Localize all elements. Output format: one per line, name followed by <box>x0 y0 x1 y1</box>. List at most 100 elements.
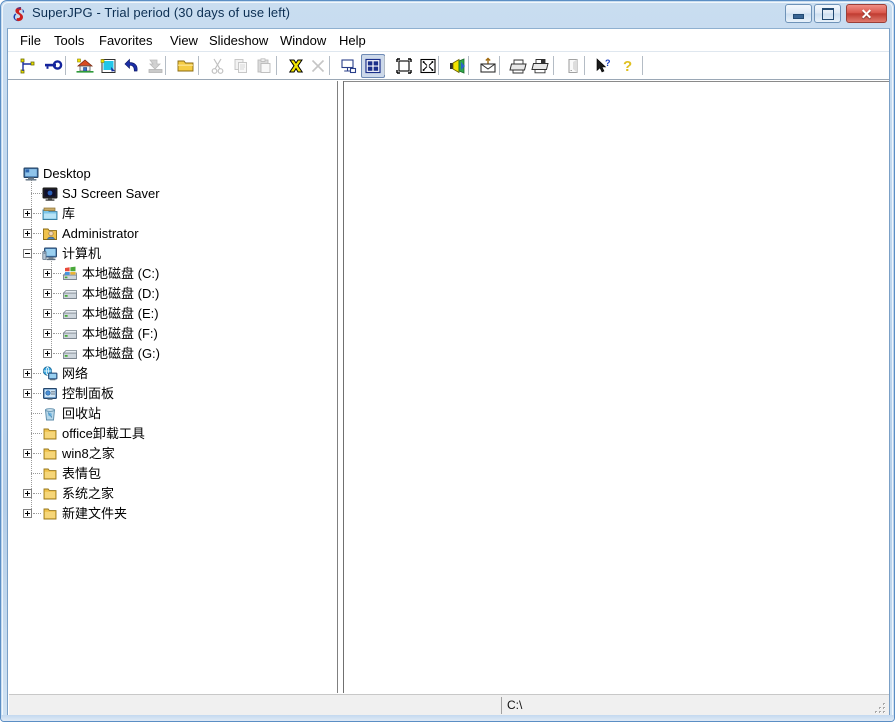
application-window: SuperJPG - Trial period (30 days of use … <box>0 0 895 722</box>
menu-bar: File Tools Favorites View Slideshow Wind… <box>8 29 889 52</box>
computer-icon <box>42 246 58 262</box>
tree-node-sj-screen-saver[interactable]: SJ Screen Saver <box>42 184 160 204</box>
copy-button[interactable] <box>229 54 253 78</box>
menu-help[interactable]: Help <box>334 32 371 49</box>
tree-expander-administrator[interactable] <box>23 229 32 238</box>
cancel-x-icon <box>311 59 325 73</box>
menu-window[interactable]: Window <box>275 32 331 49</box>
recycle-bin-icon <box>42 406 58 422</box>
cancel-button[interactable] <box>306 54 330 78</box>
context-help-button[interactable]: ? <box>592 54 616 78</box>
menu-tools[interactable]: Tools <box>49 32 89 49</box>
undo-button[interactable] <box>121 54 145 78</box>
resize-grip-icon[interactable] <box>873 701 887 715</box>
tree-node-library[interactable]: 库 <box>42 204 75 224</box>
tree-label: 本地磁盘 (F:) <box>82 326 158 341</box>
tree-label: SJ Screen Saver <box>62 186 160 201</box>
tree-expander-drive-f[interactable] <box>43 329 52 338</box>
context-help-icon: ? <box>596 58 611 73</box>
tree-node-drive-c[interactable]: 本地磁盘 (C:) <box>62 264 159 284</box>
menu-file[interactable]: File <box>15 32 46 49</box>
select-tool-icon <box>19 57 37 75</box>
new-window-button[interactable] <box>97 54 121 78</box>
thumbnail-view-button[interactable] <box>337 54 361 78</box>
tree-expander-drive-g[interactable] <box>43 349 52 358</box>
tile-view-icon <box>365 58 381 74</box>
tile-view-button[interactable] <box>361 54 385 78</box>
tree-node-new-folder[interactable]: 新建文件夹 <box>42 504 127 524</box>
print-button[interactable] <box>507 54 531 78</box>
tree-expander-drive-d[interactable] <box>43 289 52 298</box>
minimize-button[interactable] <box>785 4 812 23</box>
status-path-text: C:\ <box>507 698 523 712</box>
tree-guide-dash <box>33 373 41 375</box>
tree-expander-network[interactable] <box>23 369 32 378</box>
home-button[interactable] <box>73 54 97 78</box>
paste-button[interactable] <box>252 54 276 78</box>
tree-guide-dash <box>33 453 41 455</box>
tree-expander-drive-c[interactable] <box>43 269 52 278</box>
tree-guide-dash <box>33 493 41 495</box>
window-bottom-chrome <box>1 715 894 721</box>
tree-guide-dash <box>33 393 41 395</box>
menu-view[interactable]: View <box>165 32 203 49</box>
tree-expander-new-folder[interactable] <box>23 509 32 518</box>
toolbar-separator <box>329 56 331 75</box>
slideshow-button[interactable] <box>446 54 470 78</box>
maximize-button[interactable] <box>814 4 841 23</box>
tree-expander-drive-e[interactable] <box>43 309 52 318</box>
tree-node-network[interactable]: 网络 <box>42 364 88 384</box>
tree-expander-win8[interactable] <box>23 449 32 458</box>
control-panel-icon <box>42 386 58 402</box>
folder-tree-panel[interactable]: Desktop SJ Screen Saver 库 Administrator … <box>9 81 336 693</box>
register-key-button[interactable] <box>41 54 65 78</box>
open-folder-button[interactable] <box>174 54 198 78</box>
tree-node-desktop[interactable]: Desktop <box>23 164 91 184</box>
thumbnail-list-panel[interactable] <box>344 81 889 693</box>
print-preview-icon <box>531 59 549 74</box>
fit-window-icon <box>396 58 412 74</box>
fit-window-button[interactable] <box>392 54 416 78</box>
properties-icon <box>568 58 578 74</box>
title-bar[interactable]: SuperJPG - Trial period (30 days of use … <box>1 1 894 27</box>
tree-label: Administrator <box>62 226 139 241</box>
select-tool-button[interactable] <box>16 54 40 78</box>
thumbnail-view-icon <box>341 59 357 74</box>
help-button[interactable]: ? <box>616 54 640 78</box>
tree-node-administrator[interactable]: Administrator <box>42 224 139 244</box>
tree-node-drive-g[interactable]: 本地磁盘 (G:) <box>62 344 160 364</box>
tree-node-system-home[interactable]: 系统之家 <box>42 484 114 504</box>
tree-node-emoji-pack[interactable]: 表情包 <box>42 464 101 484</box>
tree-node-office-uninstall-tool[interactable]: office卸载工具 <box>42 424 145 444</box>
properties-button[interactable] <box>561 54 585 78</box>
toolbar-separator <box>165 56 167 75</box>
tree-label: 本地磁盘 (G:) <box>82 346 160 361</box>
menu-favorites[interactable]: Favorites <box>94 32 157 49</box>
minimize-icon <box>786 5 811 22</box>
cut-button[interactable] <box>206 54 230 78</box>
tree-node-computer[interactable]: 计算机 <box>42 244 101 264</box>
menu-slideshow[interactable]: Slideshow <box>204 32 273 49</box>
tree-expander-control-panel[interactable] <box>23 389 32 398</box>
close-button[interactable]: ✕ <box>846 4 887 23</box>
tree-node-drive-e[interactable]: 本地磁盘 (E:) <box>62 304 159 324</box>
tree-guide-dash <box>53 293 61 295</box>
tree-node-drive-f[interactable]: 本地磁盘 (F:) <box>62 324 158 344</box>
undo-icon <box>124 58 138 72</box>
tree-node-win8-home[interactable]: win8之家 <box>42 444 115 464</box>
tree-expander-library[interactable] <box>23 209 32 218</box>
print-preview-button[interactable] <box>529 54 553 78</box>
window-title: SuperJPG - Trial period (30 days of use … <box>32 5 291 20</box>
drive-icon <box>62 286 78 302</box>
toolbar-separator <box>499 56 501 75</box>
tree-node-drive-d[interactable]: 本地磁盘 (D:) <box>62 284 159 304</box>
full-screen-button[interactable] <box>416 54 440 78</box>
folder-icon <box>42 426 58 442</box>
tree-label: 网络 <box>62 366 89 381</box>
tree-expander-system-home[interactable] <box>23 489 32 498</box>
email-button[interactable] <box>476 54 500 78</box>
delete-button[interactable] <box>284 54 308 78</box>
tree-node-recycle-bin[interactable]: 回收站 <box>42 404 101 424</box>
tree-expander-computer[interactable] <box>23 249 32 258</box>
tree-node-control-panel[interactable]: 控制面板 <box>42 384 114 404</box>
